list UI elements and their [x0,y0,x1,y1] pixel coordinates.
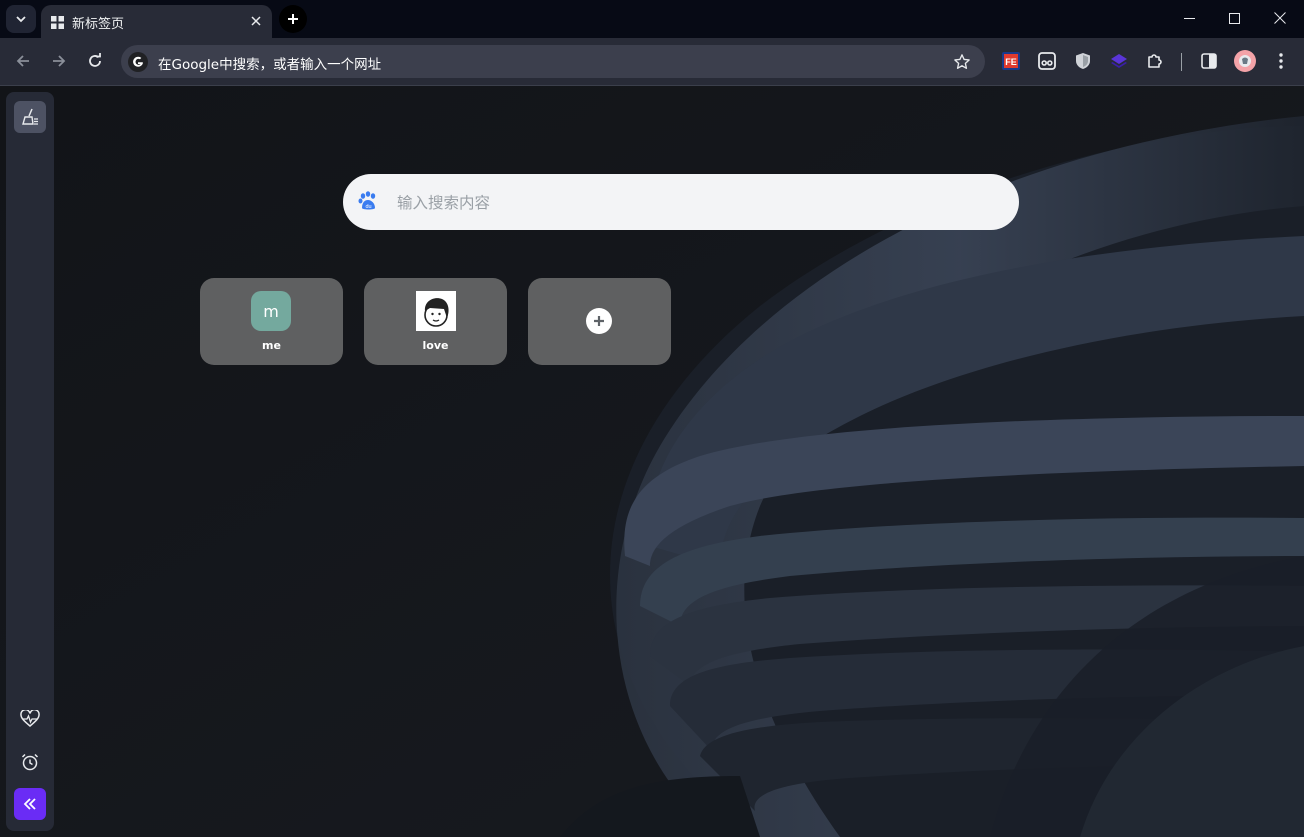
maximize-icon [1228,12,1240,24]
chevron-down-icon [16,16,26,23]
browser-toolbar: 在Google中搜索，或者输入一个网址 FE [0,38,1304,86]
address-bar[interactable]: 在Google中搜索，或者输入一个网址 [121,45,985,78]
close-window-button[interactable] [1257,0,1303,36]
shortcut-tile[interactable]: love [364,278,507,365]
search-box[interactable]: du [343,174,1019,230]
shield-icon[interactable] [1072,50,1094,72]
tab-title: 新标签页 [72,17,125,32]
collapse-sidebar-button[interactable] [14,788,46,820]
tab-new-tab[interactable]: 新标签页 [41,5,272,38]
sidebar [6,92,54,831]
shortcut-label: me [262,339,281,352]
minimize-icon [1183,17,1195,19]
close-icon[interactable] [248,13,264,29]
svg-text:du: du [365,204,371,210]
back-button[interactable] [8,46,38,76]
puzzle-icon[interactable] [1144,50,1166,72]
tab-search-button[interactable] [6,5,36,33]
shortcut-tile[interactable]: m me [200,278,343,365]
profile-avatar[interactable] [1234,50,1256,72]
minimize-button[interactable] [1166,0,1212,36]
shortcut-letter-icon: m [251,291,291,331]
search-input[interactable] [395,188,999,218]
reload-icon [89,53,101,67]
fe-helper-icon[interactable]: FE [1000,50,1022,72]
reload-button[interactable] [80,46,110,76]
arrow-left-icon [16,55,29,67]
layers-icon[interactable] [1108,50,1130,72]
grid-icon [51,14,64,33]
title-bar: 新标签页 [0,0,1304,38]
toolbar-divider [1181,53,1182,71]
tampermonkey-icon[interactable] [1036,50,1058,72]
broom-icon[interactable] [14,101,46,133]
collapse-icon [23,798,36,810]
plus-icon [288,14,298,24]
arrow-right-icon [53,55,66,67]
add-shortcut-tile[interactable] [528,278,671,365]
address-bar-placeholder: 在Google中搜索，或者输入一个网址 [158,57,382,73]
alarm-clock-icon[interactable] [14,746,46,778]
maximize-button[interactable] [1211,0,1257,36]
shortcut-label: love [422,339,449,352]
cartoon-avatar-icon [416,291,456,331]
browser-window: 新标签页 在Google中搜索，或者输入一个网址 FE du 输入搜索内容 m … [0,0,1304,837]
more-menu-icon[interactable] [1270,50,1292,72]
new-tab-page: du m me love [0,86,1304,837]
star-icon[interactable] [953,53,971,75]
baidu-paw-icon[interactable]: du [357,190,379,216]
new-tab-button[interactable] [279,5,307,33]
svg-text:FE: FE [1005,57,1017,67]
add-icon [586,308,612,334]
google-icon [128,52,148,76]
heart-pulse-icon[interactable] [14,703,46,735]
close-icon [1274,12,1286,24]
side-panel-icon[interactable] [1198,50,1220,72]
forward-button[interactable] [44,46,74,76]
